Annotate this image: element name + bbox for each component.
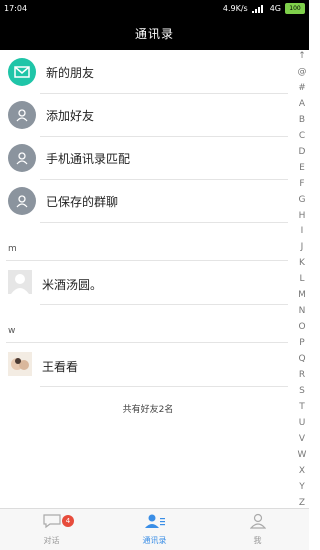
photo-avatar-icon — [8, 352, 32, 376]
battery-icon: 100 — [285, 3, 305, 14]
index-letter[interactable]: T — [299, 402, 305, 412]
index-letter[interactable]: S — [299, 387, 305, 396]
index-letter[interactable]: E — [299, 163, 305, 173]
person-icon — [249, 513, 266, 529]
network-speed: 4.9K/s — [222, 4, 248, 13]
index-letter[interactable]: J — [301, 243, 304, 252]
menu-label: 新的朋友 — [46, 66, 95, 80]
index-letter[interactable]: M — [298, 291, 306, 300]
tab-label: 我 — [253, 536, 262, 545]
section-letter: m — [8, 244, 17, 254]
contact-name: 米酒汤圆。 — [42, 278, 103, 292]
index-letter[interactable]: Y — [299, 482, 305, 492]
index-letter[interactable]: W — [298, 450, 307, 460]
friend-count: 共有好友2名 — [122, 405, 174, 415]
person-icon — [8, 187, 36, 215]
network-type: 4G — [269, 4, 281, 13]
status-indicators: 4.9K/s 4G 100 — [223, 3, 305, 14]
index-letter[interactable]: V — [299, 434, 305, 444]
divider — [40, 222, 288, 223]
index-letter[interactable]: C — [299, 131, 305, 141]
index-letter[interactable]: I — [301, 227, 304, 236]
index-letter[interactable]: Z — [299, 498, 305, 508]
status-bar: 17:04 4.9K/s 4G 100 — [0, 0, 309, 18]
section-letter: w — [8, 326, 16, 336]
signal-icon — [251, 4, 263, 13]
tab-label: 对话 — [43, 536, 60, 545]
tab-me[interactable]: 我 — [206, 509, 309, 550]
tab-label: 通讯录 — [142, 536, 167, 545]
contact-name: 王看看 — [42, 360, 79, 374]
index-letter[interactable]: L — [299, 275, 304, 284]
index-letter[interactable]: X — [299, 466, 305, 476]
divider — [40, 386, 288, 387]
mail-icon — [8, 58, 36, 86]
index-letter[interactable]: N — [299, 307, 306, 316]
index-letter[interactable]: U — [299, 418, 306, 428]
divider — [6, 260, 288, 261]
menu-new-friends[interactable]: 新的朋友 — [0, 50, 296, 93]
status-time: 17:04 — [4, 4, 28, 13]
index-letter[interactable]: K — [299, 259, 305, 268]
index-letter[interactable]: H — [299, 211, 306, 221]
index-letter[interactable]: B — [299, 115, 305, 125]
index-letter[interactable]: F — [299, 179, 304, 189]
index-letter[interactable]: ↑ — [298, 52, 306, 61]
menu-add-friend[interactable]: 添加好友 — [0, 93, 296, 136]
chat-bubble-icon — [42, 514, 61, 529]
index-letter[interactable]: D — [299, 147, 306, 157]
tab-chats[interactable]: 4 对话 — [0, 509, 103, 550]
person-icon — [8, 101, 36, 129]
unread-badge: 4 — [62, 515, 74, 527]
divider — [6, 342, 288, 343]
person-icon — [8, 144, 36, 172]
index-letter[interactable]: # — [298, 83, 306, 93]
index-letter[interactable]: A — [299, 99, 305, 109]
menu-label: 已保存的群聊 — [46, 195, 119, 209]
index-letter[interactable]: P — [299, 339, 304, 348]
menu-label: 手机通讯录匹配 — [46, 152, 131, 166]
index-letter[interactable]: Q — [298, 355, 305, 364]
index-letter[interactable]: R — [299, 371, 305, 380]
index-letter[interactable]: @ — [298, 67, 307, 77]
divider — [40, 304, 288, 305]
index-letter[interactable]: G — [299, 195, 306, 205]
menu-saved-groups[interactable]: 已保存的群聊 — [0, 179, 296, 222]
page-title: 通讯录 — [0, 18, 309, 50]
default-avatar-icon — [8, 270, 32, 294]
menu-label: 添加好友 — [46, 109, 95, 123]
contacts-icon — [144, 514, 165, 528]
bottom-nav: 4 对话 通讯录 我 — [0, 508, 309, 550]
tab-contacts[interactable]: 通讯录 — [103, 509, 206, 550]
alphabet-index[interactable]: ↑ @ # A B C D E F G H I J K L M N O P Q R S T U V W X Y Z — [295, 52, 309, 508]
index-letter[interactable]: O — [298, 323, 305, 332]
menu-phone-contacts[interactable]: 手机通讯录匹配 — [0, 136, 296, 179]
